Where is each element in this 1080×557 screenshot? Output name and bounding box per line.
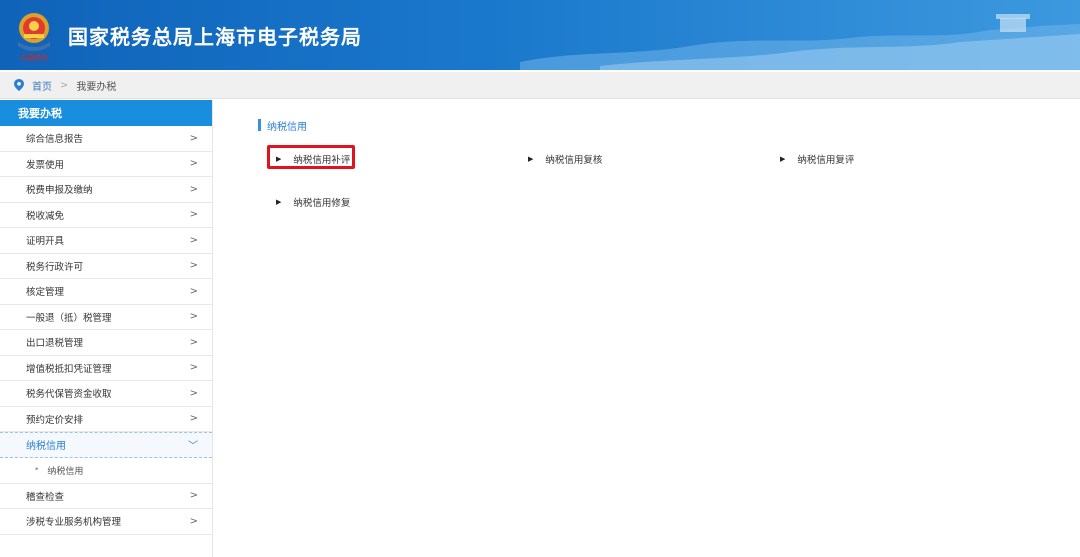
- sidebar-item-label: 增值税抵扣凭证管理: [26, 363, 112, 375]
- breadcrumb-home-link[interactable]: 首页: [32, 78, 52, 93]
- chevron-right-icon: >: [189, 209, 198, 221]
- sidebar-subitem-tax-credit[interactable]: • 纳税信用: [0, 458, 212, 484]
- triangle-right-icon: ▶: [780, 155, 786, 163]
- chevron-right-icon: >: [189, 336, 198, 348]
- sidebar-item-fund-custody[interactable]: 税务代保管资金收取 >: [0, 381, 212, 407]
- link-tax-credit-reevaluation[interactable]: ▶ 纳税信用复评: [780, 152, 854, 166]
- svg-text:中国税务: 中国税务: [20, 53, 48, 62]
- sidebar-item-tax-reduction[interactable]: 税收减免 >: [0, 203, 212, 228]
- sidebar-item-label: 核定管理: [26, 287, 65, 299]
- chevron-right-icon: >: [189, 234, 198, 246]
- site-title: 国家税务总局上海市电子税务局: [68, 25, 362, 49]
- sidebar-item-label: 发票使用: [26, 159, 65, 171]
- section-title-bar: [258, 119, 261, 131]
- sidebar-item-certificate[interactable]: 证明开具 >: [0, 228, 212, 254]
- sidebar-nav: 我要办税 综合信息报告 > 发票使用 > 税费申报及缴纳 > 税收减免 > 证明…: [0, 100, 213, 557]
- link-tax-credit-review[interactable]: ▶ 纳税信用复核: [528, 152, 602, 166]
- sidebar-subitem-label: 纳税信用: [47, 466, 84, 477]
- sidebar-item-assessment[interactable]: 核定管理 >: [0, 279, 212, 305]
- link-label: 纳税信用复评: [797, 155, 855, 166]
- breadcrumb-separator: >: [60, 79, 69, 91]
- chevron-right-icon: >: [189, 260, 198, 272]
- section-title: 纳税信用: [258, 118, 307, 133]
- chevron-right-icon: >: [189, 387, 198, 399]
- sidebar-item-label: 一般退（抵）税管理: [26, 312, 112, 324]
- bullet-icon: •: [34, 465, 40, 475]
- chevron-right-icon: >: [189, 490, 198, 502]
- sidebar-item-export-refund[interactable]: 出口退税管理 >: [0, 330, 212, 356]
- sidebar-item-label: 出口退税管理: [26, 338, 84, 350]
- chevron-right-icon: >: [189, 362, 198, 374]
- link-tax-credit-repair[interactable]: ▶ 纳税信用修复: [276, 195, 350, 209]
- breadcrumb-current: 我要办税: [76, 81, 117, 93]
- link-label: 纳税信用修复: [293, 198, 351, 209]
- sidebar-item-label: 稽查检查: [26, 491, 65, 503]
- sidebar-item-general-refund[interactable]: 一般退（抵）税管理 >: [0, 305, 212, 330]
- sidebar-item-label: 纳税信用: [26, 441, 66, 453]
- sidebar-item-label: 税收减免: [26, 210, 65, 222]
- chevron-down-icon: ﹀: [188, 441, 198, 453]
- link-label: 纳税信用复核: [545, 155, 603, 166]
- sidebar-item-vat-deduction[interactable]: 增值税抵扣凭证管理 >: [0, 356, 212, 381]
- site-header: 中国税务 国家税务总局上海市电子税务局: [0, 0, 1080, 70]
- sidebar-item-pricing-arrangement[interactable]: 预约定价安排 >: [0, 407, 212, 432]
- chevron-right-icon: >: [189, 413, 198, 425]
- sidebar-item-tax-declaration[interactable]: 税费申报及缴纳 >: [0, 177, 212, 203]
- sidebar-item-label: 税费申报及缴纳: [26, 185, 93, 197]
- tax-emblem-logo: 中国税务: [18, 13, 50, 62]
- triangle-right-icon: ▶: [276, 198, 282, 206]
- highlight-box: [267, 145, 355, 169]
- chevron-right-icon: >: [189, 158, 198, 170]
- breadcrumb: 首页 > 我要办税: [0, 72, 1080, 99]
- sidebar-item-invoice-use[interactable]: 发票使用 >: [0, 152, 212, 177]
- sidebar-heading: 我要办税: [0, 100, 212, 126]
- great-wall-banner-art: [520, 14, 1080, 70]
- sidebar-item-inspection[interactable]: 稽查检查 >: [0, 484, 212, 509]
- sidebar-item-label: 税务代保管资金收取: [26, 389, 112, 401]
- location-pin-icon: [14, 79, 24, 91]
- sidebar-item-comprehensive-info[interactable]: 综合信息报告 >: [0, 126, 212, 152]
- triangle-right-icon: ▶: [528, 155, 534, 163]
- sidebar-item-label: 证明开具: [26, 236, 65, 248]
- chevron-right-icon: >: [189, 285, 198, 297]
- chevron-right-icon: >: [189, 132, 198, 144]
- sidebar-item-tax-credit[interactable]: 纳税信用 ﹀: [0, 432, 212, 458]
- chevron-right-icon: >: [189, 515, 198, 527]
- sidebar-item-label: 综合信息报告: [26, 134, 84, 146]
- sidebar-item-label: 预约定价安排: [26, 414, 84, 426]
- chevron-right-icon: >: [189, 183, 198, 195]
- sidebar-item-label: 涉税专业服务机构管理: [26, 517, 122, 529]
- section-title-text: 纳税信用: [267, 121, 307, 133]
- sidebar-item-service-agency[interactable]: 涉税专业服务机构管理 >: [0, 509, 212, 535]
- sidebar-item-admin-license[interactable]: 税务行政许可 >: [0, 254, 212, 279]
- sidebar-item-label: 税务行政许可: [26, 261, 84, 273]
- chevron-right-icon: >: [189, 311, 198, 323]
